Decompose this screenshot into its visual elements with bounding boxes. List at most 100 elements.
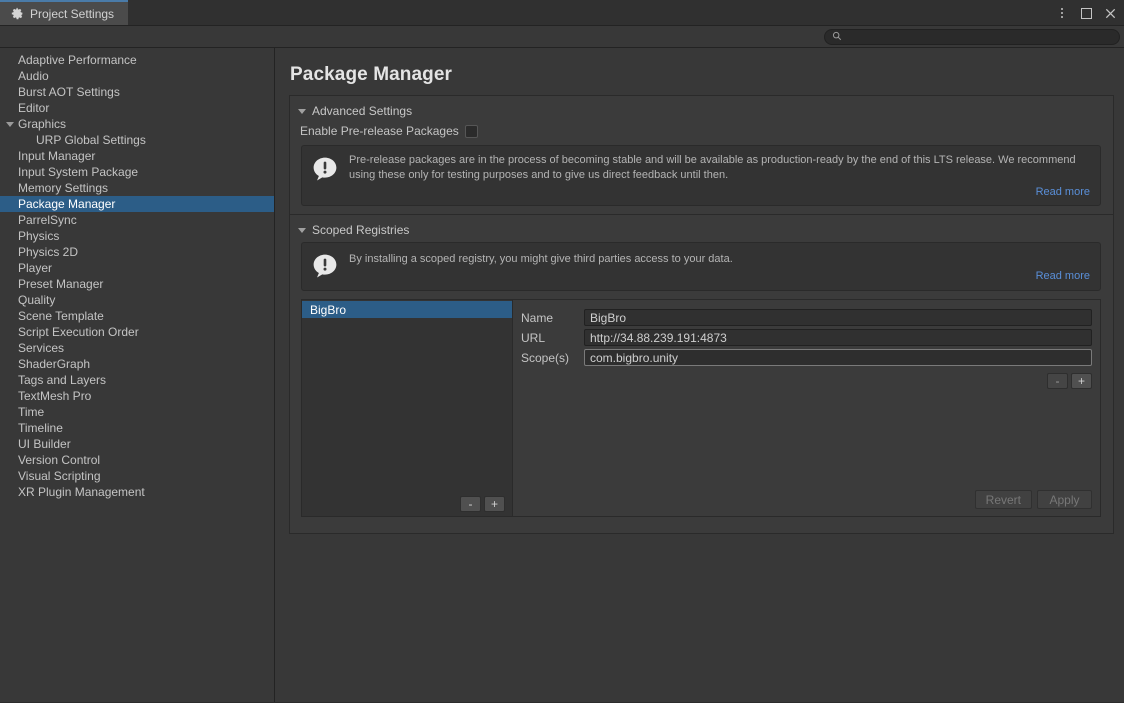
- enable-prerelease-row[interactable]: Enable Pre-release Packages: [290, 121, 1113, 143]
- sidebar-item-physics[interactable]: Physics: [0, 228, 274, 244]
- registry-list-footer: - +: [302, 492, 512, 516]
- info-bubble-icon: [311, 250, 339, 285]
- sidebar-item-timeline[interactable]: Timeline: [0, 420, 274, 436]
- sidebar-item-label: Package Manager: [18, 197, 116, 211]
- sidebar-item-audio[interactable]: Audio: [0, 68, 274, 84]
- sidebar-item-adaptive-performance[interactable]: Adaptive Performance: [0, 52, 274, 68]
- close-icon[interactable]: [1100, 2, 1120, 24]
- sidebar-item-label: Time: [18, 405, 45, 419]
- sidebar-item-textmesh-pro[interactable]: TextMesh Pro: [0, 388, 274, 404]
- main-body: Adaptive Performance Audio Burst AOT Setti…: [0, 48, 1124, 702]
- kebab-menu-icon[interactable]: [1052, 2, 1072, 24]
- sidebar-item-label: ShaderGraph: [18, 357, 91, 371]
- sidebar-item-label: Player: [18, 261, 53, 275]
- scope-buttons-row: - +: [521, 373, 1092, 389]
- sidebar-item-label: Physics: [18, 229, 60, 243]
- sidebar-item-ui-builder[interactable]: UI Builder: [0, 436, 274, 452]
- sidebar-item-label: Script Execution Order: [18, 325, 139, 339]
- sidebar-item-label: Adaptive Performance: [18, 53, 137, 67]
- sidebar-item-label: Graphics: [18, 117, 67, 131]
- sidebar-item-xr-plugin-management[interactable]: XR Plugin Management: [0, 484, 274, 500]
- maximize-icon[interactable]: [1076, 2, 1096, 24]
- scoped-registry-editor: BigBro - + Name URL: [301, 299, 1101, 517]
- sidebar-item-label: Quality: [18, 293, 56, 307]
- sidebar-item-label: Input Manager: [18, 149, 96, 163]
- scoped-registries-foldout[interactable]: Scoped Registries: [290, 221, 1113, 240]
- sidebar-item-services[interactable]: Services: [0, 340, 274, 356]
- sidebar-item-memory-settings[interactable]: Memory Settings: [0, 180, 274, 196]
- sidebar-item-label: Timeline: [18, 421, 63, 435]
- registry-name-input[interactable]: [584, 309, 1092, 326]
- sidebar-item-burst-aot-settings[interactable]: Burst AOT Settings: [0, 84, 274, 100]
- prerelease-read-more-link[interactable]: Read more: [349, 185, 1090, 200]
- remove-scope-button[interactable]: -: [1047, 373, 1068, 389]
- registry-list[interactable]: BigBro: [302, 300, 512, 492]
- sidebar-item-input-system-package[interactable]: Input System Package: [0, 164, 274, 180]
- chevron-down-icon[interactable]: [6, 121, 14, 127]
- advanced-settings-foldout[interactable]: Advanced Settings: [290, 102, 1113, 121]
- registry-detail-pane: Name URL Scope(s) - +: [513, 300, 1100, 516]
- enable-prerelease-checkbox[interactable]: [464, 124, 478, 138]
- sidebar-item-visual-scripting[interactable]: Visual Scripting: [0, 468, 274, 484]
- registry-scopes-row: Scope(s): [521, 349, 1092, 366]
- sidebar-item-label: XR Plugin Management: [18, 485, 145, 499]
- chevron-down-icon: [298, 227, 306, 233]
- settings-content: Package Manager Advanced Settings Enable…: [275, 48, 1124, 702]
- registry-list-item[interactable]: BigBro: [302, 301, 512, 318]
- add-registry-button[interactable]: +: [484, 496, 505, 512]
- advanced-settings-section: Advanced Settings Enable Pre-release Pac…: [290, 96, 1113, 214]
- sidebar-item-label: Audio: [18, 69, 49, 83]
- revert-button[interactable]: Revert: [974, 490, 1032, 509]
- sidebar-item-urp-global-settings[interactable]: URP Global Settings: [0, 132, 274, 148]
- gear-icon: [11, 7, 24, 20]
- sidebar-item-label: UI Builder: [18, 437, 71, 451]
- registry-action-buttons: Revert Apply: [521, 490, 1092, 510]
- sidebar-item-player[interactable]: Player: [0, 260, 274, 276]
- prerelease-info-text: Pre-release packages are in the process …: [349, 154, 1076, 181]
- sidebar-item-label: Tags and Layers: [18, 373, 107, 387]
- sidebar-item-script-execution-order[interactable]: Script Execution Order: [0, 324, 274, 340]
- package-manager-panel: Advanced Settings Enable Pre-release Pac…: [289, 95, 1114, 534]
- sidebar-item-label: Editor: [18, 101, 50, 115]
- registry-list-column: BigBro - +: [302, 300, 513, 516]
- registry-url-label: URL: [521, 330, 546, 345]
- sidebar-item-parrelsync[interactable]: ParrelSync: [0, 212, 274, 228]
- search-box[interactable]: [824, 28, 1120, 45]
- search-bar-row: [0, 26, 1124, 48]
- scoped-read-more-link[interactable]: Read more: [349, 269, 1090, 284]
- sidebar-item-time[interactable]: Time: [0, 404, 274, 420]
- sidebar-item-graphics[interactable]: Graphics: [0, 116, 274, 132]
- sidebar-item-tags-and-layers[interactable]: Tags and Layers: [0, 372, 274, 388]
- sidebar-item-label: Services: [18, 341, 65, 355]
- registry-name-row: Name: [521, 309, 1092, 326]
- registry-scopes-input[interactable]: [584, 349, 1092, 366]
- sidebar-item-label: Scene Template: [18, 309, 104, 323]
- sidebar-item-version-control[interactable]: Version Control: [0, 452, 274, 468]
- scoped-registries-section: Scoped Registries By installing a scoped…: [290, 214, 1113, 533]
- title-bar: Project Settings: [0, 0, 1124, 26]
- sidebar-item-label: Version Control: [18, 453, 101, 467]
- sidebar-item-quality[interactable]: Quality: [0, 292, 274, 308]
- sidebar-item-preset-manager[interactable]: Preset Manager: [0, 276, 274, 292]
- add-scope-button[interactable]: +: [1071, 373, 1092, 389]
- settings-sidebar[interactable]: Adaptive Performance Audio Burst AOT Setti…: [0, 48, 275, 702]
- registry-url-input[interactable]: [584, 329, 1092, 346]
- sidebar-item-package-manager[interactable]: Package Manager: [0, 196, 274, 212]
- sidebar-item-label: Input System Package: [18, 165, 139, 179]
- sidebar-item-label: Memory Settings: [18, 181, 109, 195]
- sidebar-item-editor[interactable]: Editor: [0, 100, 274, 116]
- tab-project-settings[interactable]: Project Settings: [0, 0, 129, 25]
- sidebar-item-label: URP Global Settings: [36, 133, 146, 147]
- remove-registry-button[interactable]: -: [460, 496, 481, 512]
- titlebar-empty-area: [128, 0, 1124, 25]
- apply-button[interactable]: Apply: [1037, 490, 1092, 509]
- scoped-info-text: By installing a scoped registry, you mig…: [349, 253, 733, 265]
- sidebar-item-physics-2d[interactable]: Physics 2D: [0, 244, 274, 260]
- info-bubble-icon: [311, 153, 339, 200]
- search-input[interactable]: [847, 30, 1112, 43]
- sidebar-item-shadergraph[interactable]: ShaderGraph: [0, 356, 274, 372]
- sidebar-item-scene-template[interactable]: Scene Template: [0, 308, 274, 324]
- window-controls: [1052, 0, 1120, 26]
- sidebar-item-input-manager[interactable]: Input Manager: [0, 148, 274, 164]
- sidebar-item-label: ParrelSync: [18, 213, 77, 227]
